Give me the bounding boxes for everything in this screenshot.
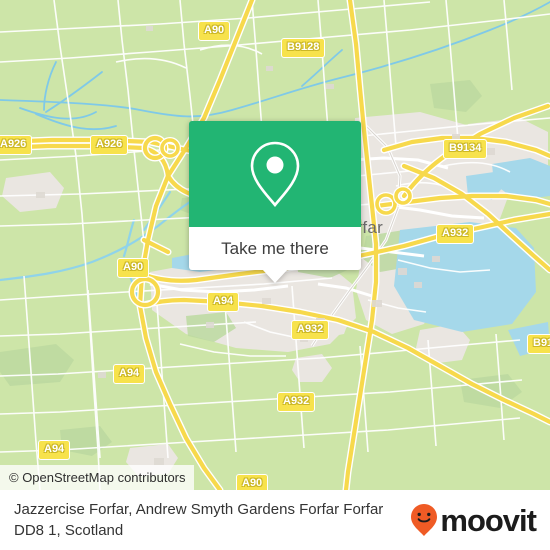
road-shield-b9127[interactable]: B91 [527, 334, 550, 354]
take-me-there-label: Take me there [221, 239, 329, 258]
location-popup[interactable]: Take me there [189, 121, 361, 283]
road-shield-a926-left[interactable]: A926 [0, 135, 33, 155]
map-pin-icon [250, 141, 300, 208]
popup-image-placeholder [189, 121, 361, 227]
road-shield-a94-mid[interactable]: A94 [113, 364, 146, 384]
location-title: Jazzercise Forfar, Andrew Smyth Gardens … [14, 501, 384, 539]
road-shield-b9134[interactable]: B9134 [443, 139, 488, 159]
road-shield-a94-low[interactable]: A94 [38, 440, 71, 460]
map-page: Forfar A90 B9128 A926 A926 B9134 A932 A9… [0, 0, 550, 550]
road-shield-b9128[interactable]: B9128 [281, 38, 326, 58]
osm-attribution[interactable]: © OpenStreetMap contributors [0, 465, 194, 490]
moovit-wordmark: moovit [440, 502, 537, 538]
road-shield-a94-upper[interactable]: A94 [207, 292, 240, 312]
popup-footer[interactable]: Take me there [189, 227, 361, 283]
road-shield-a932-low[interactable]: A932 [277, 392, 316, 412]
road-shield-a90-bottom[interactable]: A90 [236, 474, 269, 490]
map-canvas[interactable]: Forfar A90 B9128 A926 A926 B9134 A932 A9… [0, 0, 550, 490]
road-shield-a90-top[interactable]: A90 [198, 21, 231, 41]
moovit-logo[interactable]: moovit [409, 502, 537, 538]
popup-tail-pointer [262, 269, 288, 283]
road-shield-a932-upper[interactable]: A932 [436, 224, 475, 244]
road-shield-a926[interactable]: A926 [90, 135, 129, 155]
road-shield-a932-mid[interactable]: A932 [291, 320, 330, 340]
footer-bar: Jazzercise Forfar, Andrew Smyth Gardens … [0, 490, 550, 550]
road-shield-a90-mid[interactable]: A90 [117, 258, 150, 278]
moovit-smiley-pin-icon [411, 504, 438, 536]
